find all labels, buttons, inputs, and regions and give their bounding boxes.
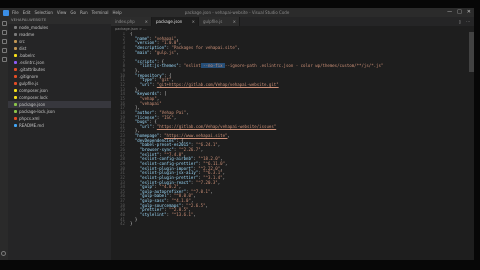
editor-actions: ▯ ⋯ [459,17,470,26]
file-name: .babelrc [19,53,36,58]
file-item[interactable]: readme [8,31,111,38]
menu-items: File Edit Selection View Go Run Terminal Help [12,10,126,15]
file-icon [14,75,17,78]
editor-window: File Edit Selection View Go Run Terminal Help p… [0,8,474,260]
code-text: } [130,221,133,227]
file-icon [14,68,17,71]
tab-close-icon[interactable]: × [145,17,148,26]
explorer-sidebar: VEHAPAI-WEBSITE node_modulesreadme src dis… [8,17,111,260]
tab-close-icon[interactable]: × [192,17,195,26]
debug-icon[interactable] [1,48,7,53]
explorer-header: VEHAPAI-WEBSITE [8,17,111,24]
accounts-icon[interactable] [1,251,6,256]
file-item[interactable]: composer.lock [8,94,111,101]
menu-bar: File Edit Selection View Go Run Terminal Help p… [0,8,474,17]
tab-list: index.php × package.json × gulpfile.js × [111,17,240,26]
tab-label: package.json [156,19,183,24]
extensions-icon[interactable] [1,57,7,62]
file-name: .eslintrc.json [19,60,45,65]
file-name: node_modules [19,25,49,30]
code-text: "url": "https://gitlab.com/Vehap/vehapai… [139,123,277,129]
minimize-icon[interactable]: — [447,9,452,15]
tab-close-icon[interactable]: × [233,17,236,26]
file-icon [14,26,17,29]
search-icon[interactable] [1,30,7,35]
file-name: .gitattributes [19,67,46,72]
file-item[interactable]: src [8,38,111,45]
file-item[interactable]: composer.json [8,87,111,94]
file-name: composer.lock [19,95,48,100]
close-icon[interactable]: ✕ [467,9,471,15]
file-icon [14,103,17,106]
code-text: "main": "gulp.js", [134,49,179,55]
menu-selection[interactable]: Selection [34,10,52,15]
file-list: node_modulesreadme src dist .babelrc .eslint… [8,24,111,129]
file-item[interactable]: dist [8,45,111,52]
file-icon [14,110,17,113]
menu-view[interactable]: View [57,10,67,15]
file-item[interactable]: .babelrc [8,52,111,59]
code-text: "lint:js-themes": "eslint --no-fix --ign… [139,63,384,69]
tab-package-json[interactable]: package.json × [152,17,199,26]
tab-index-php[interactable]: index.php × [111,17,152,26]
editor-scrollbar[interactable] [469,32,474,72]
file-item[interactable]: package.json [8,101,111,108]
file-icon [14,82,17,85]
file-name: package-lock.json [19,109,55,114]
menu-help[interactable]: Help [113,10,122,15]
menu-terminal[interactable]: Terminal [92,10,109,15]
code-line: 42} [111,221,474,227]
tab-label: gulpfile.js [203,19,223,24]
file-icon [14,124,17,127]
code-text: "stylelint": "^13.6.1", [139,211,196,217]
menu-edit[interactable]: Edit [23,10,31,15]
file-name: package.json [19,102,46,107]
window-controls: — □ ✕ [447,9,471,15]
source-control-icon[interactable] [1,39,7,44]
tab-gulpfile-js[interactable]: gulpfile.js × [199,17,240,26]
file-icon [14,40,17,43]
file-name: phpcs.xml [19,116,40,121]
file-item[interactable]: .gitattributes [8,66,111,73]
file-item[interactable]: node_modules [8,24,111,31]
file-item[interactable]: .eslintrc.json [8,59,111,66]
explorer-icon[interactable] [1,21,7,26]
activity-bar [0,17,8,260]
file-item[interactable]: phpcs.xml [8,115,111,122]
editor-tabs: index.php × package.json × gulpfile.js × ▯ ⋯ [111,17,474,26]
file-name: README.md [19,123,44,128]
tab-label: index.php [115,19,135,24]
code-editor[interactable]: 1{2 "name": "vehapai", 3 "version": "1.0.… [111,32,474,260]
file-icon [14,117,17,120]
file-icon [14,96,17,99]
file-icon [14,33,17,36]
more-actions-icon[interactable]: ⋯ [466,17,470,26]
menu-file[interactable]: File [12,10,19,15]
vscode-logo-icon [3,9,9,16]
file-icon [14,54,17,57]
menu-run[interactable]: Run [80,10,88,15]
file-name: src [19,39,25,44]
file-icon [14,47,17,50]
maximize-icon[interactable]: □ [457,9,462,15]
file-item[interactable]: .gitignore [8,73,111,80]
file-icon [14,61,17,64]
file-name: gulpfile.js [19,81,39,86]
file-name: .gitignore [19,74,39,79]
file-item[interactable]: README.md [8,122,111,129]
code-text: "url": "git+https://gitlab.com/Vehap/veh… [139,82,279,88]
file-name: readme [19,32,35,37]
file-icon [14,89,17,92]
split-editor-icon[interactable]: ▯ [459,17,461,26]
line-number: 42 [120,221,125,227]
file-name: dist [19,46,27,51]
menu-go[interactable]: Go [70,10,76,15]
file-name: composer.json [19,88,48,93]
file-item[interactable]: gulpfile.js [8,80,111,87]
file-item[interactable]: package-lock.json [8,108,111,115]
